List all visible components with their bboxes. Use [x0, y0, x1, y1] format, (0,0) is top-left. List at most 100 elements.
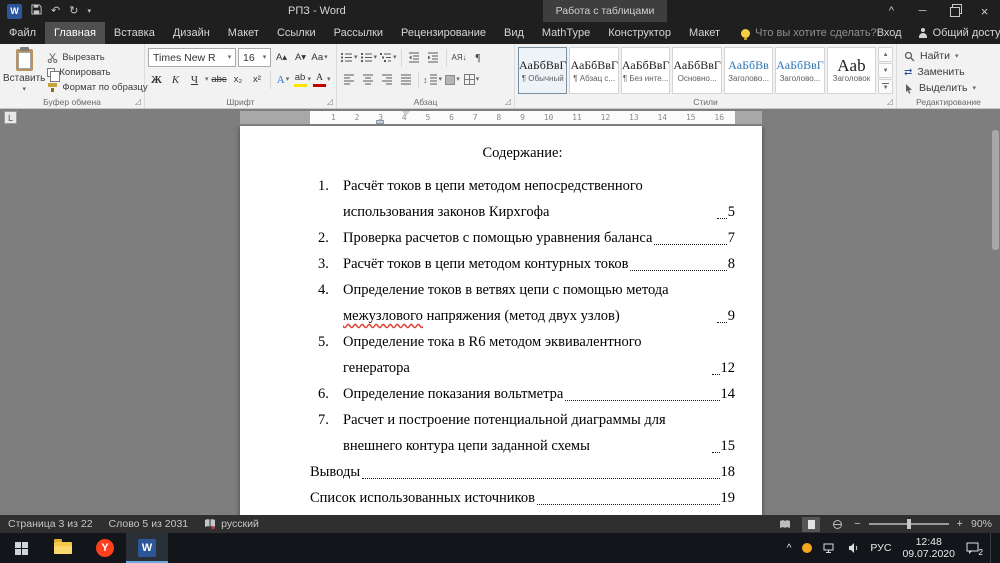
zoom-slider[interactable]: [869, 523, 949, 525]
share-button[interactable]: Общий доступ: [918, 27, 1000, 39]
web-layout-button[interactable]: [828, 517, 846, 532]
cut-button[interactable]: Вырезать: [45, 50, 149, 64]
hidden-icons-chevron[interactable]: ^: [787, 543, 792, 554]
style-no-spacing[interactable]: АаБбВвГ ¶ Без инте...: [621, 47, 670, 94]
read-mode-button[interactable]: [776, 517, 794, 532]
customize-qat-icon[interactable]: ▾: [87, 8, 91, 15]
align-left-button[interactable]: [340, 70, 357, 89]
tab-mathtype[interactable]: MathType: [533, 22, 599, 44]
clock[interactable]: 12:48 09.07.2020: [902, 536, 955, 560]
paste-button[interactable]: Вставить ▾: [3, 47, 45, 94]
style-body[interactable]: АаБбВвГ Основно...: [672, 47, 721, 94]
multilevel-list-button[interactable]: ▾: [379, 48, 397, 67]
style-paragraph[interactable]: АаБбВвГ ¶ Абзац с...: [569, 47, 618, 94]
page-count-status[interactable]: Страница 3 из 22: [8, 518, 93, 530]
redo-icon[interactable]: ↻: [69, 6, 78, 17]
styles-dialog-launcher-icon[interactable]: ◿: [887, 98, 893, 106]
styles-scroll-up-button[interactable]: ▲: [878, 47, 893, 62]
style-heading1[interactable]: АаБбВв Заголово...: [724, 47, 773, 94]
minimize-button[interactable]: ─: [907, 0, 938, 22]
text-effects-button[interactable]: А ▾: [275, 70, 292, 89]
volume-icon[interactable]: [847, 542, 859, 554]
style-normal[interactable]: АаБбВвГ ¶ Обычный: [518, 47, 567, 94]
network-icon[interactable]: [823, 543, 836, 554]
zoom-level[interactable]: 90%: [971, 518, 992, 530]
decrease-indent-button[interactable]: [406, 48, 423, 67]
shrink-font-button[interactable]: А▾: [292, 48, 309, 67]
copy-button[interactable]: Копировать: [45, 65, 149, 79]
bold-button[interactable]: Ж: [148, 70, 165, 89]
tab-insert[interactable]: Вставка: [105, 22, 164, 44]
grow-font-button[interactable]: А▴: [273, 48, 290, 67]
align-right-button[interactable]: [378, 70, 395, 89]
tab-file[interactable]: Файл: [0, 22, 45, 44]
shading-button[interactable]: ▾: [444, 70, 461, 89]
ribbon-display-options-button[interactable]: ^: [876, 0, 907, 22]
show-desktop-button[interactable]: [990, 533, 995, 563]
tab-table-layout[interactable]: Макет: [680, 22, 729, 44]
underline-button[interactable]: Ч: [186, 70, 203, 89]
tab-layout[interactable]: Макет: [219, 22, 268, 44]
first-line-indent-marker[interactable]: [402, 111, 410, 116]
format-painter-button[interactable]: Формат по образцу: [45, 80, 149, 94]
word-taskbar-button[interactable]: W: [126, 533, 168, 563]
increase-indent-button[interactable]: [425, 48, 442, 67]
select-button[interactable]: Выделить ▾: [904, 82, 997, 94]
file-explorer-button[interactable]: [42, 533, 84, 563]
horizontal-ruler[interactable]: 1 2 3 4 5 6 7 8 9 10 11 12 13 14 15 16: [240, 111, 762, 124]
close-button[interactable]: ×: [969, 0, 1000, 22]
font-dialog-launcher-icon[interactable]: ◿: [327, 98, 333, 106]
font-color-button[interactable]: А ▾: [313, 70, 331, 89]
vertical-scrollbar[interactable]: [992, 130, 999, 250]
tab-home[interactable]: Главная: [45, 22, 105, 44]
start-button[interactable]: [0, 533, 42, 563]
caret-down-icon[interactable]: ▾: [205, 76, 209, 83]
save-icon[interactable]: [31, 4, 42, 18]
spell-check-status[interactable]: русский: [204, 518, 259, 530]
action-center-button[interactable]: 2: [966, 542, 979, 554]
word-app-icon[interactable]: W: [7, 4, 22, 19]
sign-in-link[interactable]: Вход: [877, 27, 902, 39]
clipboard-dialog-launcher-icon[interactable]: ◿: [135, 98, 141, 106]
keyboard-language-indicator[interactable]: РУС: [870, 542, 891, 554]
tab-references[interactable]: Ссылки: [268, 22, 325, 44]
numbering-button[interactable]: ▾: [360, 48, 378, 67]
language-status[interactable]: русский: [221, 518, 259, 530]
justify-button[interactable]: [397, 70, 414, 89]
bullets-button[interactable]: ▾: [340, 48, 358, 67]
show-marks-button[interactable]: ¶: [470, 48, 487, 67]
borders-button[interactable]: ▾: [463, 70, 480, 89]
tab-table-design[interactable]: Конструктор: [599, 22, 680, 44]
strikethrough-button[interactable]: abc: [211, 70, 228, 89]
tab-review[interactable]: Рецензирование: [392, 22, 495, 44]
align-center-button[interactable]: [359, 70, 376, 89]
font-family-combo[interactable]: Times New R ▾: [148, 48, 236, 67]
undo-icon[interactable]: ↶: [51, 6, 60, 17]
zoom-out-button[interactable]: −: [854, 518, 860, 530]
superscript-button[interactable]: x²: [249, 70, 266, 89]
tell-me-box[interactable]: Что вы хотите сделать?: [741, 22, 877, 44]
restore-button[interactable]: [938, 0, 969, 22]
change-case-button[interactable]: Аа ▾: [311, 48, 328, 67]
zoom-in-button[interactable]: +: [957, 518, 963, 530]
tab-mailings[interactable]: Рассылки: [325, 22, 392, 44]
sort-button[interactable]: АЯ↓: [451, 48, 468, 67]
styles-scroll-down-button[interactable]: ▼: [878, 63, 893, 78]
yandex-browser-button[interactable]: Y: [84, 533, 126, 563]
word-count-status[interactable]: Слово 5 из 2031: [109, 518, 189, 530]
paragraph-dialog-launcher-icon[interactable]: ◿: [505, 98, 511, 106]
document-page[interactable]: Содержание: 1. Расчёт токов в цепи метод…: [240, 126, 762, 515]
subscript-button[interactable]: x₂: [230, 70, 247, 89]
tab-view[interactable]: Вид: [495, 22, 533, 44]
font-size-combo[interactable]: 16 ▾: [238, 48, 271, 67]
line-spacing-button[interactable]: ↕ ▾: [423, 70, 442, 89]
tab-stop-selector[interactable]: L: [4, 111, 17, 124]
cloud-sync-icon[interactable]: [802, 543, 812, 553]
styles-more-button[interactable]: ▼: [878, 79, 893, 94]
tab-design[interactable]: Дизайн: [164, 22, 219, 44]
style-heading2[interactable]: АаБбВвГ Заголово...: [775, 47, 824, 94]
style-title[interactable]: Аab Заголовок: [827, 47, 876, 94]
left-indent-marker[interactable]: [376, 120, 384, 124]
find-button[interactable]: Найти ▾: [904, 50, 997, 62]
highlight-button[interactable]: ab ▾: [294, 70, 312, 89]
